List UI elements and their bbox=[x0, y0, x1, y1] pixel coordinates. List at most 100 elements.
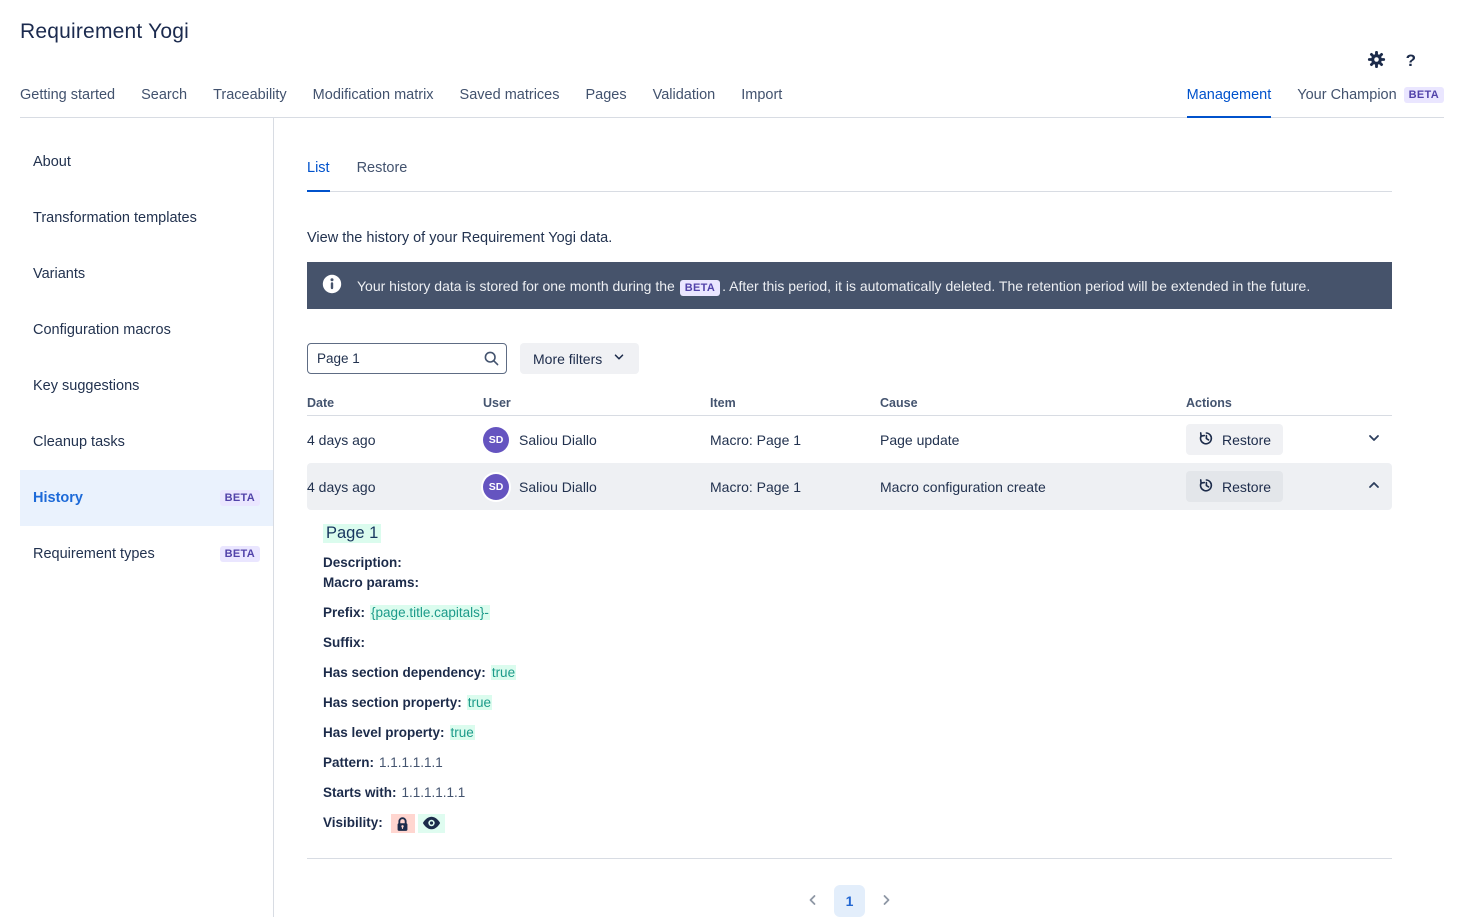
next-page-button[interactable] bbox=[878, 892, 894, 911]
sidebar-item[interactable]: Transformation templates bbox=[20, 190, 273, 246]
top-nav-item[interactable]: Search bbox=[141, 87, 187, 118]
field-label: Description: bbox=[323, 555, 402, 570]
field-label: Suffix: bbox=[323, 635, 365, 650]
row-cause: Page update bbox=[880, 431, 960, 448]
chevron-left-icon bbox=[805, 892, 821, 911]
field-value: {page.title.capitals}- bbox=[370, 605, 490, 620]
row-item: Macro: Page 1 bbox=[710, 431, 802, 448]
field-value: true bbox=[449, 725, 475, 740]
sidebar-item[interactable]: Requirement types BETA bbox=[20, 526, 273, 582]
banner-text-before: Your history data is stored for one mont… bbox=[357, 277, 675, 294]
top-nav-item[interactable]: Validation bbox=[653, 87, 716, 118]
sidebar-item[interactable]: History BETA bbox=[20, 470, 273, 526]
restore-icon bbox=[1198, 430, 1214, 449]
detail-field: Has section property: true bbox=[323, 693, 1376, 713]
content-layout: About Transformation templates Variants … bbox=[0, 118, 1464, 917]
top-nav-item[interactable]: Getting started bbox=[20, 87, 115, 118]
chevron-down-icon bbox=[612, 350, 626, 367]
beta-badge: BETA bbox=[1403, 87, 1444, 103]
lock-icon bbox=[390, 813, 415, 833]
avatar: SD bbox=[483, 473, 509, 500]
top-nav-item[interactable]: Traceability bbox=[213, 87, 287, 118]
more-filters-button[interactable]: More filters bbox=[520, 343, 640, 374]
detail-field: Description: bbox=[323, 553, 1376, 573]
info-banner: Your history data is stored for one mont… bbox=[307, 262, 1392, 309]
sidebar-item-label: Configuration macros bbox=[33, 322, 171, 338]
top-nav-item[interactable]: Pages bbox=[585, 87, 626, 118]
main-content: List Restore View the history of your Re… bbox=[274, 118, 1464, 917]
chevron-up-icon bbox=[1366, 477, 1382, 496]
detail-title: Page 1 bbox=[323, 524, 382, 543]
beta-badge: BETA bbox=[219, 490, 260, 506]
sidebar-item-label: Variants bbox=[33, 266, 86, 282]
detail-field: Has section dependency: true bbox=[323, 663, 1376, 683]
more-filters-label: More filters bbox=[533, 350, 603, 367]
sidebar-item[interactable]: Cleanup tasks bbox=[20, 414, 273, 470]
search-box bbox=[307, 343, 507, 374]
sidebar-item-label: Requirement types bbox=[33, 546, 155, 562]
top-nav-item[interactable]: Modification matrix bbox=[313, 87, 434, 118]
expanded-detail: Page 1 Description: Macro params: Prefix… bbox=[307, 510, 1392, 859]
detail-field: Suffix: bbox=[323, 633, 1376, 653]
restore-button[interactable]: Restore bbox=[1186, 424, 1284, 455]
page-number-button[interactable]: 1 bbox=[834, 885, 865, 917]
restore-label: Restore bbox=[1222, 478, 1272, 495]
detail-field: Prefix: {page.title.capitals}- bbox=[323, 603, 1376, 623]
table-row[interactable]: 4 days ago SD Saliou Diallo Macro: Page … bbox=[307, 463, 1392, 510]
field-label: Has level property: bbox=[323, 725, 445, 740]
settings-button[interactable] bbox=[1367, 50, 1386, 72]
top-nav-item[interactable]: Your Champion BETA bbox=[1297, 87, 1444, 118]
help-button[interactable]: ? bbox=[1406, 51, 1416, 71]
header-icons: ? bbox=[1367, 50, 1416, 72]
pagination: 1 bbox=[307, 885, 1392, 917]
search-input[interactable] bbox=[307, 343, 507, 374]
column-header: User bbox=[483, 396, 511, 410]
question-mark-icon: ? bbox=[1405, 51, 1416, 70]
field-value: 1.1.1.1.1.1 bbox=[401, 785, 466, 800]
intro-text: View the history of your Requirement Yog… bbox=[307, 230, 613, 246]
banner-text-after: . After this period, it is automatically… bbox=[722, 277, 1311, 294]
sidebar-item[interactable]: Configuration macros bbox=[20, 302, 273, 358]
user-name: Saliou Diallo bbox=[519, 478, 597, 495]
table-row[interactable]: 4 days ago SD Saliou Diallo Macro: Page … bbox=[307, 416, 1392, 463]
top-nav: Getting started Search Traceability Modi… bbox=[20, 87, 1444, 118]
table-body: 4 days ago SD Saliou Diallo Macro: Page … bbox=[307, 416, 1392, 510]
expand-row-button[interactable] bbox=[1366, 477, 1392, 496]
sidebar-item[interactable]: Variants bbox=[20, 246, 273, 302]
app-header: Requirement Yogi ? bbox=[0, 0, 1464, 70]
top-nav-item[interactable]: Import bbox=[741, 87, 782, 118]
expand-row-button[interactable] bbox=[1366, 430, 1392, 449]
top-nav-item-label: Your Champion bbox=[1297, 87, 1397, 103]
sidebar: About Transformation templates Variants … bbox=[0, 118, 274, 917]
sidebar-item-label: About bbox=[33, 154, 71, 170]
top-nav-right: Management Your Champion BETA bbox=[1186, 87, 1444, 118]
detail-fields: Description: Macro params: Prefix: {page… bbox=[323, 553, 1376, 833]
row-item: Macro: Page 1 bbox=[710, 478, 802, 495]
restore-label: Restore bbox=[1222, 431, 1272, 448]
row-cause: Macro configuration create bbox=[880, 478, 1046, 495]
sidebar-item[interactable]: About bbox=[20, 134, 273, 190]
history-tabs: List Restore bbox=[307, 160, 1392, 192]
history-tab[interactable]: Restore bbox=[357, 160, 408, 192]
detail-field: Starts with: 1.1.1.1.1.1 bbox=[323, 783, 1376, 803]
avatar: SD bbox=[483, 426, 509, 453]
field-label: Pattern: bbox=[323, 755, 375, 770]
history-tab[interactable]: List bbox=[307, 160, 330, 192]
top-nav-item-label: Management bbox=[1186, 87, 1272, 103]
top-nav-item[interactable]: Saved matrices bbox=[460, 87, 560, 118]
banner-text: Your history data is stored for one mont… bbox=[357, 277, 1311, 296]
restore-button[interactable]: Restore bbox=[1186, 471, 1284, 502]
search-icon[interactable] bbox=[483, 350, 500, 370]
eye-icon bbox=[417, 813, 445, 833]
previous-page-button[interactable] bbox=[805, 892, 821, 911]
top-nav-left: Getting started Search Traceability Modi… bbox=[20, 87, 782, 117]
row-actions: Restore bbox=[1186, 424, 1352, 455]
gear-icon bbox=[1367, 50, 1386, 72]
detail-field: Pattern: 1.1.1.1.1.1 bbox=[323, 753, 1376, 773]
restore-icon bbox=[1198, 477, 1214, 496]
sidebar-item[interactable]: Key suggestions bbox=[20, 358, 273, 414]
visibility-icons bbox=[390, 813, 445, 833]
top-nav-item[interactable]: Management bbox=[1186, 87, 1272, 118]
chevron-right-icon bbox=[878, 892, 894, 911]
filter-row: More filters bbox=[307, 343, 1392, 374]
